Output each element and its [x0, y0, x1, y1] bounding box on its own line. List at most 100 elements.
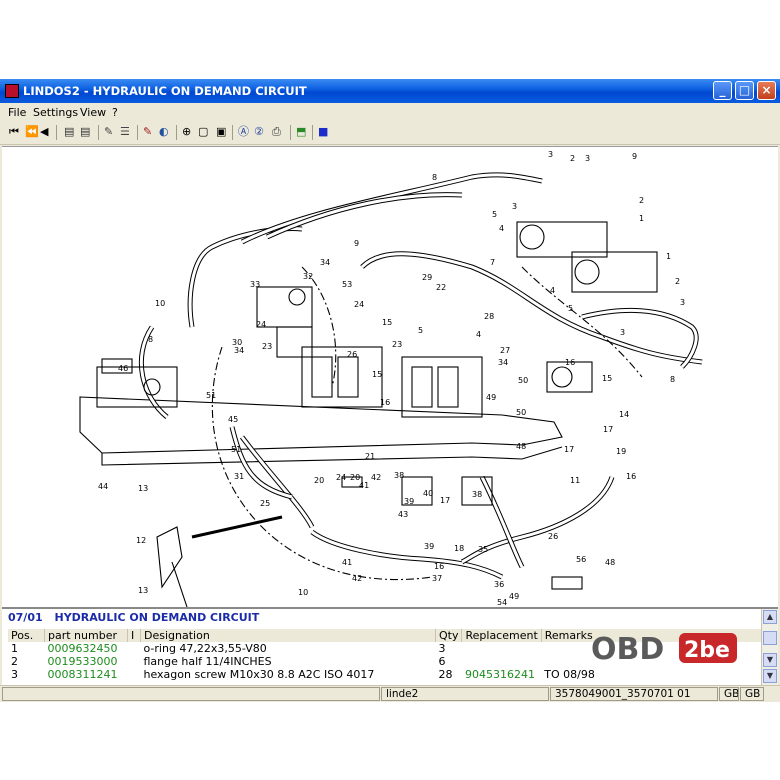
toolbar-separator: [290, 125, 291, 140]
first-icon[interactable]: ⏮: [9, 125, 23, 139]
col-i[interactable]: I: [127, 629, 141, 642]
svg-text:2: 2: [639, 196, 644, 205]
maximize-button[interactable]: □: [735, 81, 754, 100]
cell-part-number: 0009632450: [47, 642, 118, 655]
cell-designation: flange half 11/4INCHES: [143, 655, 272, 668]
scroll-up-button[interactable]: ▲: [763, 610, 777, 624]
svg-text:16: 16: [434, 562, 444, 571]
section-header: 07/01 HYDRAULIC ON DEMAND CIRCUIT: [8, 611, 267, 624]
svg-text:18: 18: [454, 544, 464, 553]
svg-text:9: 9: [632, 152, 637, 161]
export-icon[interactable]: ⬒: [296, 125, 310, 139]
parts-diagram[interactable]: 8 9 10 932 332 145 123 453 8 7 34 32 33 53 24 2…: [2, 146, 778, 607]
svg-text:27: 27: [500, 346, 510, 355]
svg-text:50: 50: [518, 376, 528, 385]
scroll-end-button[interactable]: ▼: [763, 669, 777, 683]
svg-text:34: 34: [234, 346, 244, 355]
col-qty[interactable]: Qty: [435, 629, 463, 642]
svg-text:34: 34: [320, 258, 330, 267]
svg-text:3: 3: [680, 298, 685, 307]
svg-text:23: 23: [262, 342, 272, 351]
svg-text:42: 42: [371, 473, 381, 482]
help-a-icon[interactable]: Ⓐ: [238, 125, 252, 139]
toolbar-separator: [232, 125, 233, 140]
cell-qty: 3: [438, 642, 446, 655]
svg-text:13: 13: [138, 484, 148, 493]
status-reference: 3578049001_3570701 01: [550, 687, 718, 701]
table-row[interactable]: 3 0008311241 hexagon screw M10x30 8.8 A2C …: [8, 668, 768, 681]
tool-b-icon[interactable]: ☰: [120, 125, 134, 139]
watermark-logo: OBD 2be: [591, 632, 737, 667]
cell-i: [128, 655, 141, 668]
cell-i: [128, 668, 141, 681]
minimize-button[interactable]: _: [713, 81, 732, 100]
menu-help[interactable]: ?: [112, 106, 118, 119]
title-bar[interactable]: LINDOS2 - HYDRAULIC ON DEMAND CIRCUIT _ …: [0, 79, 780, 103]
tool-c-icon[interactable]: ✎: [143, 125, 157, 139]
svg-text:24: 24: [256, 320, 266, 329]
svg-text:39: 39: [404, 497, 414, 506]
toolbar-separator: [312, 125, 313, 140]
col-replacement[interactable]: Replacement: [461, 629, 542, 642]
zoom-fit-icon[interactable]: ▢: [198, 125, 212, 139]
help-b-icon[interactable]: ②: [254, 125, 268, 139]
svg-text:33: 33: [250, 280, 260, 289]
svg-text:3: 3: [548, 150, 553, 159]
menu-view[interactable]: View: [80, 106, 106, 119]
svg-text:26: 26: [548, 532, 558, 541]
svg-text:11: 11: [570, 476, 580, 485]
menu-bar: File Settings View ?: [0, 103, 780, 121]
zoom-page-icon[interactable]: ▣: [216, 125, 230, 139]
svg-text:15: 15: [382, 318, 392, 327]
scroll-down-button[interactable]: ▼: [763, 653, 777, 667]
svg-text:22: 22: [436, 283, 446, 292]
toolbar-separator: [137, 125, 138, 140]
svg-text:15: 15: [372, 370, 382, 379]
svg-text:16: 16: [380, 398, 390, 407]
svg-text:26: 26: [347, 350, 357, 359]
svg-text:8: 8: [670, 375, 675, 384]
svg-text:4: 4: [499, 224, 504, 233]
svg-text:32: 32: [303, 272, 313, 281]
cell-replacement: [462, 642, 541, 655]
status-lang-1: GB: [719, 687, 739, 701]
col-pos[interactable]: Pos.: [8, 629, 45, 642]
tool-d-icon[interactable]: ◐: [159, 125, 173, 139]
section-title: HYDRAULIC ON DEMAND CIRCUIT: [54, 611, 260, 624]
svg-text:37: 37: [432, 574, 442, 583]
zoom-in-icon[interactable]: ⊕: [182, 125, 196, 139]
tool-a-icon[interactable]: ✎: [104, 125, 118, 139]
svg-text:41: 41: [342, 558, 352, 567]
prev-icon[interactable]: ◀: [40, 125, 54, 139]
svg-text:23: 23: [392, 340, 402, 349]
page-forward-icon[interactable]: ▤: [80, 125, 94, 139]
scroll-thumb[interactable]: [763, 631, 777, 645]
svg-text:46: 46: [118, 364, 128, 373]
svg-text:7: 7: [490, 258, 495, 267]
svg-text:4: 4: [476, 330, 481, 339]
status-database: linde2: [381, 687, 549, 701]
print-icon[interactable]: ⎙: [272, 125, 286, 139]
svg-text:45: 45: [228, 415, 238, 424]
menu-settings[interactable]: Settings: [33, 106, 78, 119]
svg-text:12: 12: [136, 536, 146, 545]
cell-designation: o-ring 47,22x3,55-V80: [143, 642, 267, 655]
parts-scrollbar[interactable]: ▲ ▼ ▼: [761, 609, 778, 685]
svg-text:20: 20: [314, 476, 324, 485]
cell-part-number: 0008311241: [47, 668, 118, 681]
section-code: 07/01: [8, 611, 43, 624]
svg-text:1: 1: [639, 214, 644, 223]
stop-icon[interactable]: ■: [318, 125, 332, 139]
svg-text:9: 9: [354, 239, 359, 248]
col-designation[interactable]: Designation: [140, 629, 436, 642]
window-title: LINDOS2 - HYDRAULIC ON DEMAND CIRCUIT: [23, 84, 307, 98]
prev-fast-icon[interactable]: ⏪: [25, 125, 39, 139]
close-button[interactable]: ×: [757, 81, 776, 100]
page-back-icon[interactable]: ▤: [64, 125, 78, 139]
svg-text:15: 15: [602, 374, 612, 383]
svg-text:34: 34: [498, 358, 508, 367]
col-part-number[interactable]: part number: [44, 629, 128, 642]
cell-remarks: TO 08/98: [544, 668, 595, 681]
toolbar-separator: [98, 125, 99, 140]
menu-file[interactable]: File: [8, 106, 26, 119]
